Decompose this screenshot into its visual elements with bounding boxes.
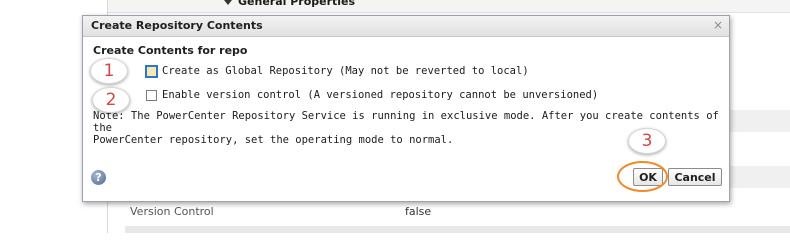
help-icon[interactable]: ?	[91, 170, 106, 185]
global-repository-option[interactable]: Create as Global Repository (May not be …	[145, 63, 529, 79]
callout-3: 3	[628, 128, 666, 154]
property-value: false	[405, 205, 432, 218]
property-row-version-control: Version Control false	[125, 201, 790, 223]
screen: General Properties Version Control false…	[0, 0, 790, 233]
version-control-checkbox[interactable]	[146, 89, 157, 101]
note-line: Note: The PowerCenter Repository Service…	[93, 110, 719, 134]
version-control-label[interactable]: Enable version control (A versioned repo…	[162, 89, 598, 101]
dialog-titlebar[interactable]: Create Repository Contents ×	[83, 16, 729, 37]
ok-highlight-ring	[617, 161, 668, 192]
global-repository-checkbox[interactable]	[145, 64, 158, 78]
section-heading: Create Contents for repo	[93, 44, 248, 57]
callout-2: 2	[92, 87, 130, 113]
cancel-button[interactable]: Cancel	[668, 168, 722, 186]
general-properties-title: General Properties	[238, 0, 356, 8]
callout-1: 1	[90, 58, 128, 84]
close-icon[interactable]: ×	[713, 18, 723, 32]
general-properties-header[interactable]: General Properties	[108, 0, 790, 13]
dialog-title: Create Repository Contents	[91, 19, 263, 32]
global-repository-label[interactable]: Create as Global Repository (May not be …	[162, 65, 529, 77]
version-control-option[interactable]: Enable version control (A versioned repo…	[146, 87, 598, 103]
background-strip	[125, 226, 790, 233]
property-label: Version Control	[130, 205, 214, 218]
chevron-down-icon[interactable]	[224, 0, 232, 5]
